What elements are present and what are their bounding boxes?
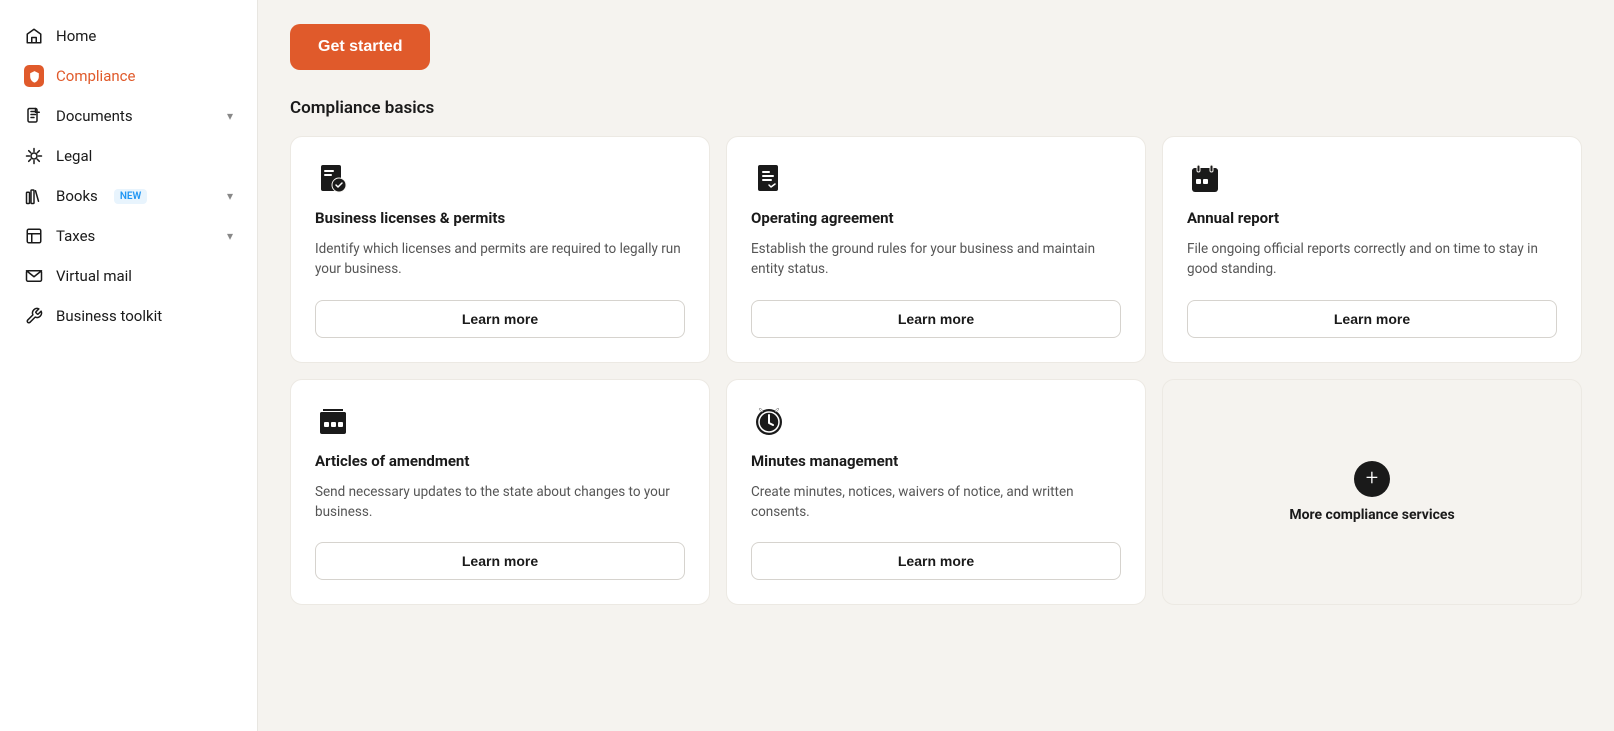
card-title: Minutes management <box>751 452 1121 470</box>
new-badge: NEW <box>114 189 148 204</box>
get-started-button[interactable]: Get started <box>290 24 430 70</box>
sidebar-item-label: Virtual mail <box>56 267 132 285</box>
minutes-icon <box>751 404 787 440</box>
chevron-down-icon: ▾ <box>227 189 233 203</box>
agreement-icon <box>751 161 787 197</box>
sidebar-item-documents[interactable]: Documents ▾ <box>0 96 257 136</box>
sidebar-item-legal[interactable]: Legal <box>0 136 257 176</box>
sidebar-item-label: Taxes <box>56 227 95 245</box>
sidebar-item-business-toolkit[interactable]: Business toolkit <box>0 296 257 336</box>
document-icon <box>24 106 44 126</box>
sidebar-item-label: Home <box>56 27 96 45</box>
card-annual-report: Annual report File ongoing official repo… <box>1162 136 1582 363</box>
more-services-label: More compliance services <box>1289 507 1454 523</box>
sidebar-item-label: Compliance <box>56 67 135 85</box>
section-title: Compliance basics <box>290 98 1582 118</box>
sidebar-item-home[interactable]: Home <box>0 16 257 56</box>
card-desc: Establish the ground rules for your busi… <box>751 239 1121 280</box>
learn-more-button-annual-report[interactable]: Learn more <box>1187 300 1557 338</box>
card-title: Annual report <box>1187 209 1557 227</box>
sidebar-item-label: Business toolkit <box>56 307 162 325</box>
sidebar-item-books[interactable]: Books NEW ▾ <box>0 176 257 216</box>
card-licenses: Business licenses & permits Identify whi… <box>290 136 710 363</box>
home-icon <box>24 26 44 46</box>
sidebar-item-label: Books <box>56 187 98 205</box>
chevron-down-icon: ▾ <box>227 109 233 123</box>
card-title: Business licenses & permits <box>315 209 685 227</box>
plus-icon: + <box>1354 461 1390 497</box>
card-desc: Create minutes, notices, waivers of noti… <box>751 482 1121 523</box>
calendar-icon <box>1187 161 1223 197</box>
compliance-cards-grid: Business licenses & permits Identify whi… <box>290 136 1582 605</box>
sidebar-item-compliance[interactable]: Compliance <box>0 56 257 96</box>
card-minutes-management: Minutes management Create minutes, notic… <box>726 379 1146 606</box>
card-more-services[interactable]: + More compliance services <box>1162 379 1582 606</box>
card-desc: Send necessary updates to the state abou… <box>315 482 685 523</box>
sidebar-item-label: Legal <box>56 147 92 165</box>
chevron-down-icon: ▾ <box>227 229 233 243</box>
card-title: Articles of amendment <box>315 452 685 470</box>
card-title: Operating agreement <box>751 209 1121 227</box>
taxes-icon <box>24 226 44 246</box>
sidebar-item-taxes[interactable]: Taxes ▾ <box>0 216 257 256</box>
shield-icon <box>24 66 44 86</box>
main-content: Get started Compliance basics Business l… <box>258 0 1614 731</box>
sidebar: Home Compliance Documents ▾ <box>0 0 258 731</box>
license-icon <box>315 161 351 197</box>
card-desc: Identify which licenses and permits are … <box>315 239 685 280</box>
toolkit-icon <box>24 306 44 326</box>
learn-more-button-minutes[interactable]: Learn more <box>751 542 1121 580</box>
books-icon <box>24 186 44 206</box>
mail-icon <box>24 266 44 286</box>
sidebar-item-virtual-mail[interactable]: Virtual mail <box>0 256 257 296</box>
card-desc: File ongoing official reports correctly … <box>1187 239 1557 280</box>
learn-more-button-articles[interactable]: Learn more <box>315 542 685 580</box>
sidebar-item-label: Documents <box>56 107 133 125</box>
amendment-icon <box>315 404 351 440</box>
legal-icon <box>24 146 44 166</box>
learn-more-button-licenses[interactable]: Learn more <box>315 300 685 338</box>
card-articles-amendment: Articles of amendment Send necessary upd… <box>290 379 710 606</box>
learn-more-button-agreement[interactable]: Learn more <box>751 300 1121 338</box>
card-operating-agreement: Operating agreement Establish the ground… <box>726 136 1146 363</box>
